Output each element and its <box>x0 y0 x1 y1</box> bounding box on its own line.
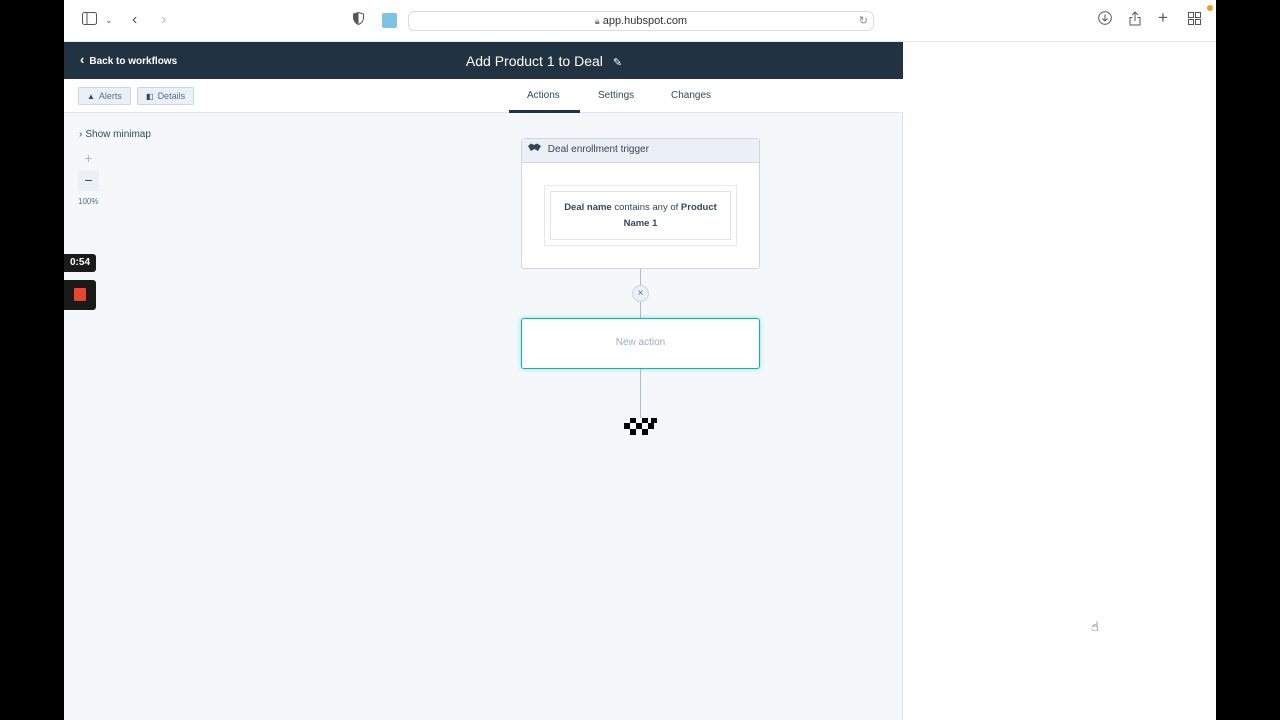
reload-icon[interactable]: ↻ <box>859 12 868 30</box>
connector-line <box>640 269 641 285</box>
minimap-label: Show minimap <box>85 129 151 140</box>
enrollment-trigger-card[interactable]: Deal enrollment trigger Deal name contai… <box>521 138 760 269</box>
workflow-title[interactable]: Add Product 1 to Deal ✎ <box>466 52 622 72</box>
back-label: Back to workflows <box>89 56 178 67</box>
workflow-editor: ‹ Back to workflows Add Product 1 to Deal… <box>64 42 903 720</box>
editor-subbar: ▲ Alerts ◧ Details Actions Settings Change… <box>64 79 903 113</box>
share-icon[interactable] <box>1129 11 1141 30</box>
active-tab-indicator <box>509 110 580 113</box>
end-flag-icon <box>624 418 657 435</box>
new-action-label: New action <box>615 337 666 348</box>
chevron-down-icon[interactable]: ⌄ <box>105 11 113 29</box>
details-button[interactable]: ◧ Details <box>137 87 195 105</box>
details-label: Details <box>157 91 186 101</box>
shield-icon[interactable] <box>353 11 364 29</box>
connector-line <box>640 369 641 418</box>
filter-property: Deal name <box>564 202 612 213</box>
url-text: app.hubspot.com <box>602 15 688 27</box>
trigger-header: Deal enrollment trigger <box>522 139 759 163</box>
chevron-left-icon: ‹ <box>80 52 85 67</box>
tab-overview-icon[interactable] <box>1188 11 1201 29</box>
handshake-icon <box>528 143 544 155</box>
filter-value-line1: Product <box>680 202 717 213</box>
download-icon[interactable] <box>1098 11 1112 29</box>
tab-changes[interactable]: Changes <box>671 90 711 102</box>
trigger-title: Deal enrollment trigger <box>547 144 649 155</box>
warning-icon: ▲ <box>87 92 95 101</box>
new-tab-icon[interactable]: + <box>1158 9 1168 27</box>
address-bar[interactable]: 🔒︎ app.hubspot.com ↻ <box>408 11 874 31</box>
stop-recording-button[interactable] <box>64 280 96 310</box>
lock-icon: 🔒︎ <box>594 16 600 26</box>
sidebar-icon[interactable] <box>82 11 97 29</box>
new-action-card[interactable]: New action <box>521 318 760 369</box>
zoom-level: 100% <box>78 197 99 206</box>
show-minimap-toggle[interactable]: › Show minimap <box>79 129 151 140</box>
back-icon[interactable]: ‹ <box>132 11 137 29</box>
recording-timer: 0:54 <box>64 254 96 272</box>
pencil-icon[interactable]: ✎ <box>613 57 622 69</box>
alerts-label: Alerts <box>98 91 122 101</box>
close-icon[interactable]: × <box>632 285 649 302</box>
thumb-icon: ◧ <box>146 92 154 101</box>
zoom-in-button[interactable]: + <box>78 148 99 169</box>
tab-favicon[interactable] <box>382 13 397 28</box>
workflow-title-text: Add Product 1 to Deal <box>465 53 603 69</box>
zoom-out-button[interactable]: − <box>78 170 99 191</box>
notification-dot <box>1207 5 1213 11</box>
connector-line <box>640 302 641 318</box>
browser-toolbar: ⌄ ‹ › 🔒︎ app.hubspot.com ↻ + <box>64 0 1216 42</box>
tab-settings[interactable]: Settings <box>598 90 634 102</box>
filter-criteria[interactable]: Deal name contains any of Product Name 1 <box>550 191 731 240</box>
filter-operator: contains any of <box>614 202 679 213</box>
alerts-button[interactable]: ▲ Alerts <box>78 87 131 105</box>
back-to-workflows-link[interactable]: ‹ Back to workflows <box>80 53 177 69</box>
chevron-right-icon: › <box>79 129 83 140</box>
editor-header: ‹ Back to workflows Add Product 1 to Deal… <box>64 42 903 79</box>
browser-window: ⌄ ‹ › 🔒︎ app.hubspot.com ↻ + ‹ Back to wor… <box>64 0 1216 720</box>
filter-value-line2: Name 1 <box>623 218 658 229</box>
forward-icon[interactable]: › <box>161 11 166 29</box>
hand-cursor-icon: ☝︎ <box>1091 619 1099 634</box>
tab-actions[interactable]: Actions <box>527 90 560 102</box>
